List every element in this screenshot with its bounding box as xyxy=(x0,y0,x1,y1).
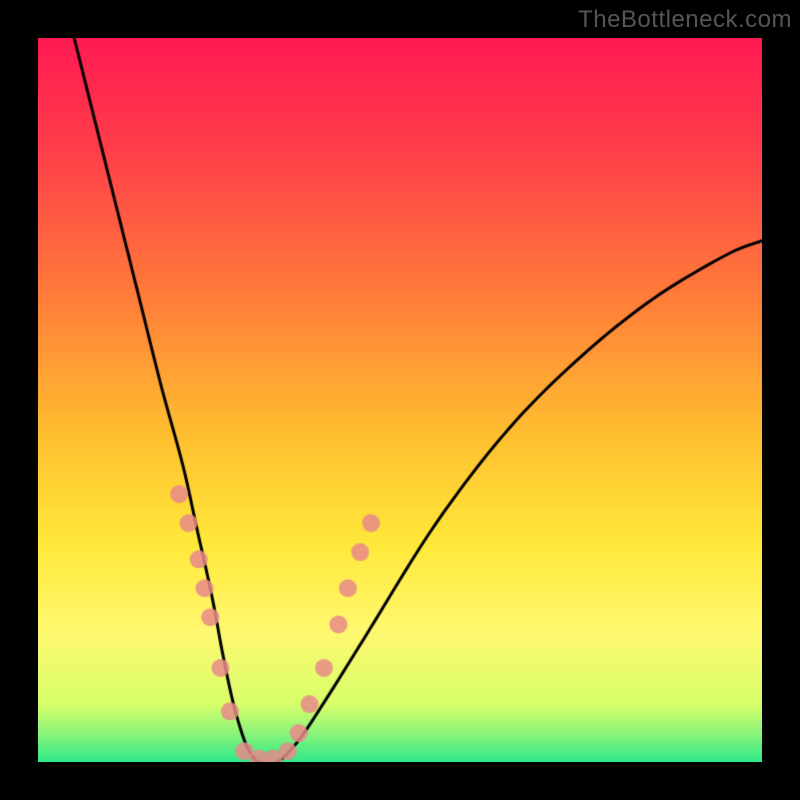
watermark-text: TheBottleneck.com xyxy=(578,6,792,34)
plot-area xyxy=(38,38,762,762)
chart-frame: TheBottleneck.com xyxy=(0,0,800,800)
curve-canvas xyxy=(38,38,762,762)
